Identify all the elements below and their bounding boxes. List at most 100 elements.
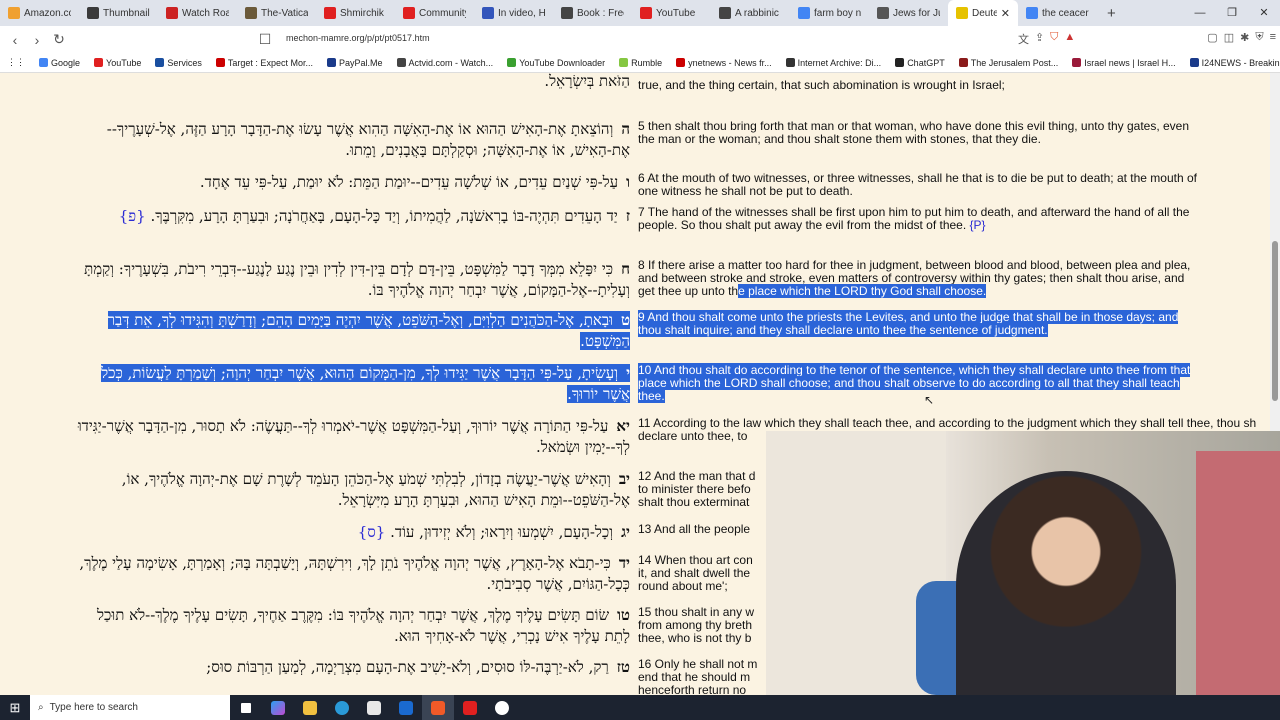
youtube-icon[interactable] — [454, 695, 486, 720]
tab-12[interactable]: Deutero ✕ — [948, 0, 1018, 26]
bookmark-item[interactable]: The Jerusalem Post... — [952, 58, 1066, 68]
wallet-icon[interactable]: ◫ — [1224, 31, 1234, 47]
brave-icon[interactable] — [422, 695, 454, 720]
apps-icon[interactable]: ⋮⋮ — [0, 57, 32, 68]
tab-6[interactable]: In video, Han — [474, 0, 553, 26]
verse-number: י — [626, 364, 630, 382]
close-window-icon[interactable]: ✕ — [1248, 0, 1280, 26]
outlook-icon[interactable] — [390, 695, 422, 720]
tab-11[interactable]: Jews for Juda — [869, 0, 948, 26]
webcam-person — [956, 471, 1176, 695]
bookmark-favicon-icon — [785, 58, 795, 67]
bookmark-item[interactable]: YouTube Downloader — [500, 58, 612, 68]
verse-text: רַק, לֹא-יַרְבֶּה-לּוֹ סוּסִים, וְלֹא-יָ… — [206, 658, 609, 676]
taskbar-search[interactable]: ⌕ Type here to search — [30, 695, 230, 720]
tab-label: Deutero — [972, 7, 997, 19]
webcam-shelf — [1196, 451, 1280, 695]
bookmark-label: Internet Archive: Di... — [797, 57, 882, 68]
translate-icon[interactable]: 文 — [1018, 31, 1029, 47]
vpn-icon[interactable]: ⛨ — [1255, 31, 1263, 47]
bookmark-item[interactable]: Rumble — [612, 58, 669, 68]
bookmark-favicon-icon — [215, 58, 225, 67]
tab-9[interactable]: A rabbinic co — [711, 0, 790, 26]
bookmark-label: PayPal.Me — [338, 57, 383, 68]
url-text[interactable]: mechon-mamre.org/p/pt/pt0517.htm — [286, 33, 430, 43]
chatgpt-icon[interactable] — [486, 695, 518, 720]
extensions-icon[interactable]: ✱ — [1240, 31, 1249, 47]
bookmark-item[interactable]: Services — [148, 58, 209, 68]
new-tab-icon[interactable]: + — [1107, 5, 1116, 22]
tab-bar: Amazon.com Thumbnail c Watch Roar The-Vatic… — [0, 0, 1280, 26]
search-icon: ⌕ — [38, 702, 44, 713]
bookmark-item[interactable]: YouTube — [87, 58, 148, 68]
file-explorer-icon[interactable] — [294, 695, 326, 720]
bookmark-label: The Jerusalem Post... — [970, 57, 1059, 68]
tab-8[interactable]: YouTube — [632, 0, 711, 26]
bookmark-item[interactable]: PayPal.Me — [320, 58, 390, 68]
tab-label: Shmirchik Ku — [340, 7, 387, 19]
parasha-link[interactable]: {פ} — [119, 207, 146, 225]
tab-5[interactable]: Community - — [395, 0, 474, 26]
english-verse-5: 5 then shalt thou bring forth that man o… — [638, 119, 1190, 146]
tab-0[interactable]: Amazon.com — [0, 0, 79, 26]
verse-text: עַל-פִּי הַתּוֹרָה אֲשֶׁר יוֹרוּךָ, וְעַ… — [77, 417, 630, 456]
bookmark-label: Google — [51, 57, 81, 68]
bookmark-item[interactable]: Target : Expect Mor... — [209, 58, 320, 68]
english-verse-7: 7 The hand of the witnesses shall be fir… — [638, 205, 1190, 232]
tab-label: Thumbnail c — [103, 7, 150, 19]
sidebar-icon[interactable]: ▢ — [1207, 31, 1217, 47]
tab-3[interactable]: The-Vatican-f — [237, 0, 316, 26]
bookmark-item[interactable]: ChatGPT — [888, 58, 952, 68]
tab-4[interactable]: Shmirchik Ku — [316, 0, 395, 26]
store-icon[interactable] — [358, 695, 390, 720]
verse-text: עַל-פִּי שְׁנַיִם עֵדִים, אוֹ שְׁלֹשָׁה … — [199, 173, 619, 191]
bookmark-item[interactable]: Google — [32, 58, 87, 68]
tab-1[interactable]: Thumbnail c — [79, 0, 158, 26]
close-tab-icon[interactable]: ✕ — [1001, 7, 1010, 20]
scrollbar-thumb[interactable] — [1272, 241, 1278, 401]
minimize-icon[interactable]: — — [1184, 0, 1216, 26]
reload-icon[interactable]: ↻ — [48, 31, 70, 48]
tab-favicon-icon — [719, 7, 731, 19]
parasha-link[interactable]: {P} — [970, 218, 986, 232]
hebrew-verse-14: ידכִּי-תָבֹא אֶל-הָאָרֶץ, אֲשֶׁר יְהוָה … — [70, 553, 630, 595]
verse-number: טז — [616, 658, 630, 676]
tab-7[interactable]: Book : Free D — [553, 0, 632, 26]
tab-label: The-Vatican-f — [261, 7, 308, 19]
rewards-icon[interactable]: ▲ — [1064, 31, 1075, 47]
tab-10[interactable]: farm boy nan — [790, 0, 869, 26]
edge-icon[interactable] — [326, 695, 358, 720]
bookmark-favicon-icon — [155, 58, 165, 67]
windows-start-icon[interactable]: ⊞ — [0, 700, 30, 716]
tab-13[interactable]: the ceacer wi — [1018, 0, 1097, 26]
share-icon[interactable]: ⇪ — [1035, 31, 1044, 47]
mouse-cursor-icon: ↖ — [924, 393, 935, 407]
bookmark-item[interactable]: Israel news | Israel H... — [1065, 58, 1182, 68]
bookmark-item[interactable]: I24NEWS - Breaking... — [1183, 58, 1280, 68]
tab-label: Jews for Juda — [893, 7, 940, 19]
parasha-link[interactable]: {ס} — [358, 523, 386, 541]
verse-number: ה — [621, 120, 630, 138]
bookmark-label: YouTube Downloader — [519, 57, 606, 68]
tab-favicon-icon — [798, 7, 810, 19]
bookmark-icon[interactable]: ☐ — [254, 31, 276, 48]
copilot-icon[interactable] — [262, 695, 294, 720]
bookmark-item[interactable]: Actvid.com - Watch... — [390, 58, 501, 68]
verse-number: יב — [618, 470, 630, 488]
task-view-icon[interactable] — [230, 695, 262, 720]
back-icon[interactable]: ‹ — [4, 32, 26, 48]
bookmark-label: ChatGPT — [907, 57, 945, 68]
bookmark-item[interactable]: Internet Archive: Di... — [779, 58, 889, 68]
english-verse-6: 6 At the mouth of two witnesses, or thre… — [638, 171, 1197, 198]
verse-text: וְעָשִׂיתָ, עַל-פִּי הַדָּבָר אֲשֶׁר יַג… — [101, 364, 630, 403]
tab-label: farm boy nan — [814, 7, 861, 19]
verse-number: יד — [618, 554, 630, 572]
menu-icon[interactable]: ≡ — [1270, 31, 1276, 47]
tab-2[interactable]: Watch Roar — [158, 0, 237, 26]
forward-icon[interactable]: › — [26, 32, 48, 48]
tab-favicon-icon — [324, 7, 336, 19]
restore-icon[interactable]: ❐ — [1216, 0, 1248, 26]
tab-favicon-icon — [1026, 7, 1038, 19]
bookmark-item[interactable]: ynetnews - News fr... — [669, 58, 779, 68]
brave-shield-icon[interactable]: ⛉ — [1050, 31, 1058, 47]
